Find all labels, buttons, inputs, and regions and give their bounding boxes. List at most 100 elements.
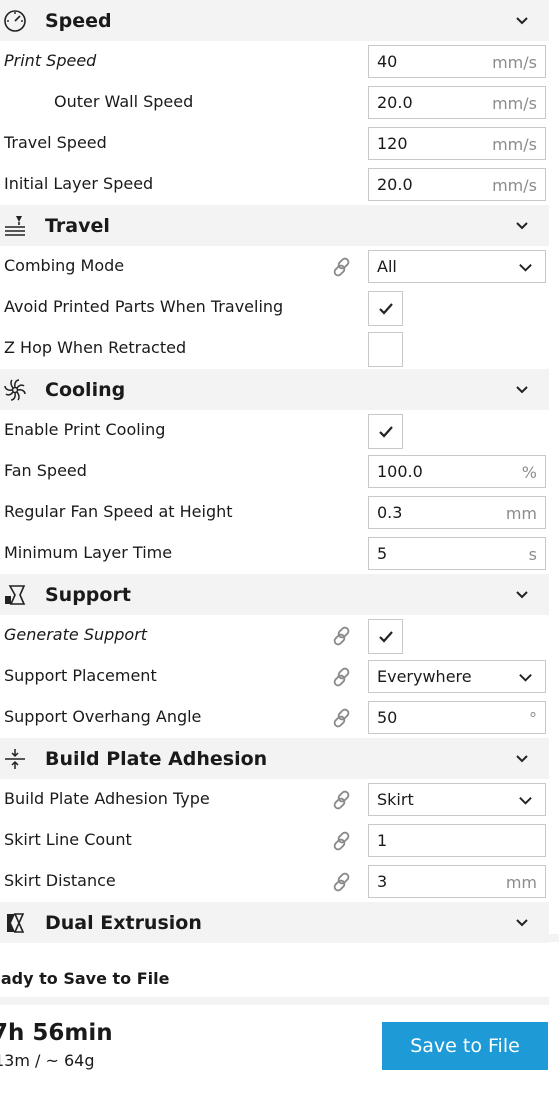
section-support[interactable]: Support	[0, 574, 549, 615]
setting-label: Generate Support	[4, 625, 148, 644]
section-speed[interactable]: Speed	[0, 0, 549, 41]
chevron-down-icon[interactable]	[514, 217, 530, 233]
section-cooling[interactable]: Cooling	[0, 369, 549, 410]
chevron-down-icon[interactable]	[514, 381, 530, 397]
setting-z-hop: Z Hop When Retracted	[0, 328, 549, 369]
section-travel[interactable]: Travel	[0, 205, 549, 246]
generate-support-checkbox[interactable]	[368, 619, 403, 654]
setting-label: Z Hop When Retracted	[4, 338, 187, 357]
setting-combing-mode: Combing Mode All	[0, 246, 549, 287]
setting-label: Print Speed	[4, 51, 97, 70]
outer-wall-speed-input[interactable]: 20.0 mm/s	[368, 86, 546, 119]
setting-label: Avoid Printed Parts When Traveling	[4, 297, 284, 316]
setting-travel-speed: Travel Speed 120 mm/s	[0, 123, 549, 164]
section-title: Dual Extrusion	[45, 911, 202, 934]
check-icon	[379, 426, 393, 438]
section-title: Travel	[45, 214, 110, 237]
avoid-printed-parts-checkbox[interactable]	[368, 291, 403, 326]
field-value: 50	[377, 708, 398, 727]
setting-outer-wall-speed: Outer Wall Speed 20.0 mm/s	[0, 82, 549, 123]
section-title: Speed	[45, 9, 112, 32]
link-icon[interactable]	[331, 830, 353, 852]
adhesion-type-select[interactable]: Skirt	[368, 783, 546, 816]
section-adhesion[interactable]: Build Plate Adhesion	[0, 738, 549, 779]
link-icon[interactable]	[331, 256, 353, 278]
link-icon[interactable]	[331, 625, 353, 647]
setting-generate-support: Generate Support	[0, 615, 549, 656]
section-title: Cooling	[45, 378, 126, 401]
setting-label: Initial Layer Speed	[4, 174, 154, 193]
chevron-down-icon	[519, 797, 532, 805]
fan-icon	[0, 369, 30, 410]
chevron-down-icon	[519, 264, 532, 272]
field-value: All	[377, 257, 397, 276]
enable-cooling-checkbox[interactable]	[368, 414, 403, 449]
setting-label: Build Plate Adhesion Type	[4, 789, 210, 808]
chevron-down-icon[interactable]	[514, 750, 530, 766]
skirt-line-count-input[interactable]: 1	[368, 824, 546, 857]
field-value: 1	[377, 831, 388, 850]
section-title: Build Plate Adhesion	[45, 747, 268, 770]
setting-skirt-line-count: Skirt Line Count 1	[0, 820, 549, 861]
initial-layer-speed-input[interactable]: 20.0 mm/s	[368, 168, 546, 201]
progress-bar	[0, 997, 549, 1005]
check-icon	[379, 631, 393, 643]
field-value: 5	[377, 544, 388, 563]
chevron-down-icon[interactable]	[514, 12, 530, 28]
setting-label: Skirt Distance	[4, 871, 116, 890]
field-unit: mm/s	[492, 53, 537, 72]
field-unit: mm	[505, 504, 537, 523]
setting-label: Support Placement	[4, 666, 157, 685]
field-unit: mm/s	[492, 176, 537, 195]
field-value: 3	[377, 872, 388, 891]
support-placement-select[interactable]: Everywhere	[368, 660, 546, 693]
setting-label: Skirt Line Count	[4, 830, 132, 849]
setting-initial-layer-speed: Initial Layer Speed 20.0 mm/s	[0, 164, 549, 205]
setting-label: Outer Wall Speed	[54, 92, 194, 111]
adhesion-icon	[0, 738, 30, 779]
field-unit: mm/s	[492, 94, 537, 113]
material-estimate: 13m / ~ 64g	[0, 1051, 95, 1070]
travel-icon	[0, 205, 30, 246]
print-speed-input[interactable]: 40 mm/s	[368, 45, 546, 78]
setting-label: Enable Print Cooling	[4, 420, 166, 439]
fan-speed-input[interactable]: 100.0 %	[368, 455, 546, 488]
field-value: Everywhere	[377, 667, 472, 686]
overhang-angle-input[interactable]: 50 °	[368, 701, 546, 734]
min-layer-time-input[interactable]: 5 s	[368, 537, 546, 570]
setting-overhang-angle: Support Overhang Angle 50 °	[0, 697, 549, 738]
field-value: 40	[377, 52, 398, 71]
travel-speed-input[interactable]: 120 mm/s	[368, 127, 546, 160]
link-icon[interactable]	[331, 789, 353, 811]
link-icon[interactable]	[331, 666, 353, 688]
check-icon	[379, 303, 393, 315]
chevron-down-icon[interactable]	[514, 914, 530, 930]
save-to-file-button[interactable]: Save to File	[382, 1022, 548, 1070]
setting-support-placement: Support Placement Everywhere	[0, 656, 549, 697]
skirt-distance-input[interactable]: 3 mm	[368, 865, 546, 898]
setting-min-layer-time: Minimum Layer Time 5 s	[0, 533, 549, 574]
setting-avoid-printed-parts: Avoid Printed Parts When Traveling	[0, 287, 549, 328]
setting-label: Minimum Layer Time	[4, 543, 173, 562]
setting-label: Combing Mode	[4, 256, 125, 275]
combing-mode-select[interactable]: All	[368, 250, 546, 283]
field-unit: %	[521, 463, 537, 482]
setting-print-speed: Print Speed 40 mm/s	[0, 41, 549, 82]
link-icon[interactable]	[331, 707, 353, 729]
field-unit: mm	[505, 873, 537, 892]
z-hop-checkbox[interactable]	[368, 332, 403, 367]
regular-fan-height-input[interactable]: 0.3 mm	[368, 496, 546, 529]
section-title: Support	[45, 583, 131, 606]
setting-regular-fan-height: Regular Fan Speed at Height 0.3 mm	[0, 492, 549, 533]
speedometer-icon	[0, 0, 30, 41]
chevron-down-icon[interactable]	[514, 586, 530, 602]
field-value: 120	[377, 134, 408, 153]
field-value: 100.0	[377, 462, 423, 481]
link-icon[interactable]	[331, 871, 353, 893]
print-settings-panel: Speed Print Speed 40 mm/s Outer Wall Spe…	[0, 0, 549, 943]
field-unit: °	[529, 709, 537, 728]
setting-skirt-distance: Skirt Distance 3 mm	[0, 861, 549, 902]
field-value: 20.0	[377, 93, 413, 112]
setting-label: Support Overhang Angle	[4, 707, 202, 726]
field-value: Skirt	[377, 790, 414, 809]
